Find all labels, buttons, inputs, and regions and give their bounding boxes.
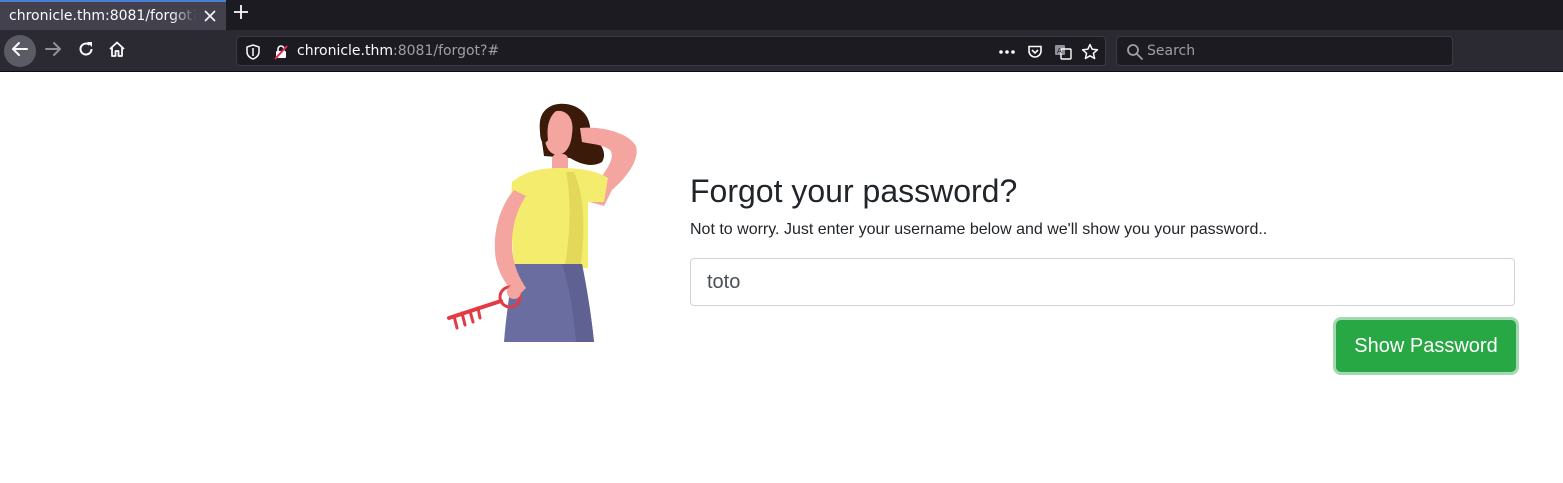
woman-with-key-illustration [447, 103, 637, 342]
more-actions-icon[interactable] [997, 42, 1017, 62]
new-tab-button[interactable] [229, 2, 253, 26]
home-button[interactable] [101, 35, 133, 67]
forward-button[interactable] [37, 35, 69, 67]
tab-bar: chronicle.thm:8081/forgot?# [0, 0, 1563, 30]
shield-icon[interactable] [244, 43, 262, 61]
url-path: :8081/forgot?# [393, 43, 500, 59]
show-password-button[interactable]: Show Password [1336, 320, 1516, 372]
pocket-icon[interactable] [1025, 42, 1045, 62]
close-icon[interactable] [202, 8, 218, 24]
browser-tab[interactable]: chronicle.thm:8081/forgot?# [0, 0, 226, 30]
search-input[interactable] [1147, 37, 1447, 65]
url-bar[interactable]: chronicle.thm:8081/forgot?# A [236, 36, 1106, 66]
username-input[interactable] [690, 258, 1515, 306]
svg-text:A: A [1057, 47, 1062, 55]
reload-icon [77, 40, 95, 62]
url-text[interactable]: chronicle.thm:8081/forgot?# [297, 43, 499, 59]
arrow-right-icon [44, 40, 62, 62]
reload-button[interactable] [70, 35, 102, 67]
tab-title: chronicle.thm:8081/forgot?# [9, 8, 197, 24]
insecure-lock-icon[interactable] [272, 43, 290, 61]
page-title: Forgot your password? [690, 173, 1018, 209]
search-icon [1126, 43, 1144, 61]
back-button[interactable] [4, 35, 36, 67]
instructions-text: Not to worry. Just enter your username b… [690, 221, 1268, 238]
page-content: Forgot your password? Not to worry. Just… [0, 73, 1563, 483]
plus-icon [233, 4, 249, 24]
search-bar[interactable] [1116, 36, 1453, 66]
star-icon[interactable] [1080, 42, 1100, 62]
translate-icon[interactable]: A [1053, 42, 1073, 62]
home-icon [108, 40, 126, 62]
url-host: chronicle.thm [297, 43, 393, 59]
arrow-left-icon [11, 40, 29, 62]
nav-toolbar: chronicle.thm:8081/forgot?# A [0, 30, 1563, 72]
